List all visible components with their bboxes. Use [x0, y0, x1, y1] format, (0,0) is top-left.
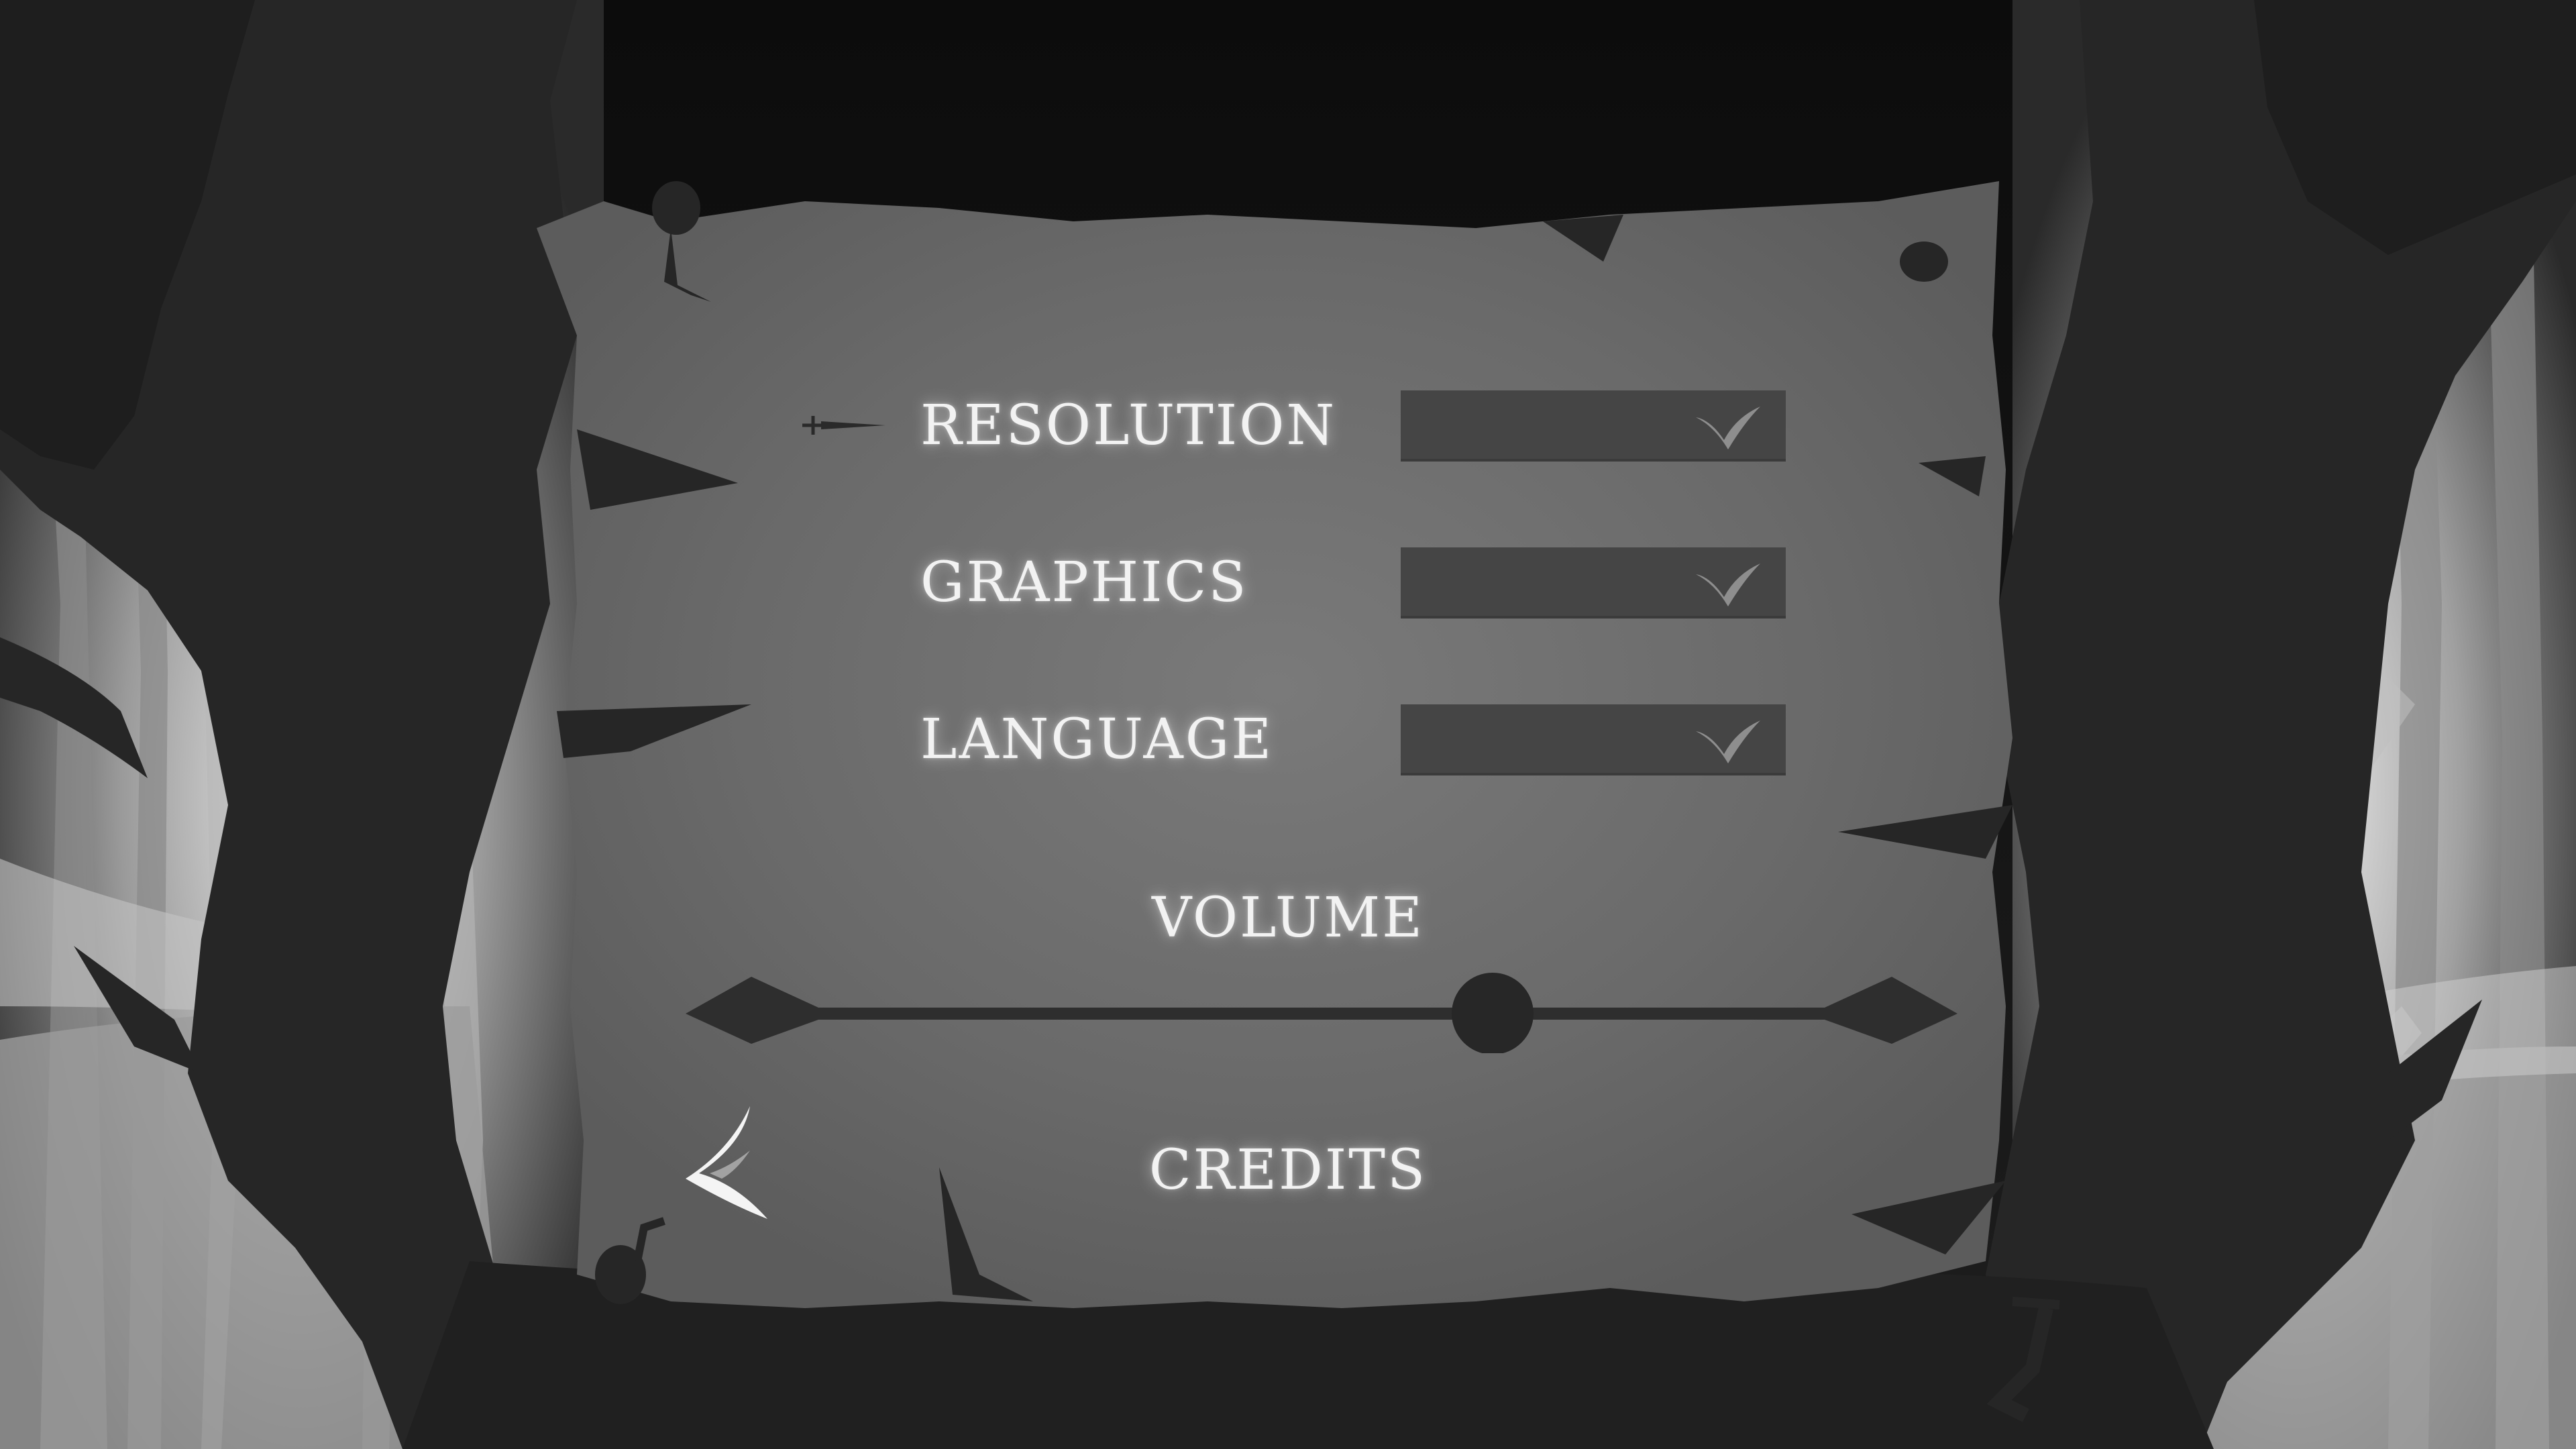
settings-screen: RESOLUTION GRAPHICS LANGUAGE VOLUME CRED… — [0, 0, 2576, 1449]
volume-slider[interactable] — [684, 973, 1959, 1053]
forest-background — [0, 0, 2576, 1449]
graphics-label[interactable]: GRAPHICS — [920, 555, 1248, 610]
slider-knob[interactable] — [1452, 973, 1534, 1053]
slider-left-cap — [686, 977, 818, 1044]
slider-track — [805, 1008, 1838, 1020]
language-label[interactable]: LANGUAGE — [920, 712, 1273, 767]
volume-label: VOLUME — [1152, 886, 1424, 950]
resolution-label[interactable]: RESOLUTION — [920, 398, 1336, 453]
bird-chevron-icon — [1696, 407, 1760, 449]
language-dropdown[interactable] — [1401, 704, 1786, 775]
slider-right-cap — [1825, 977, 1957, 1044]
graphics-dropdown[interactable] — [1401, 547, 1786, 619]
credits-label[interactable]: CREDITS — [0, 1143, 2576, 1198]
bird-chevron-icon — [1696, 564, 1760, 606]
dagger-icon — [802, 416, 885, 435]
bird-chevron-icon — [1696, 720, 1760, 763]
resolution-dropdown[interactable] — [1401, 390, 1786, 462]
